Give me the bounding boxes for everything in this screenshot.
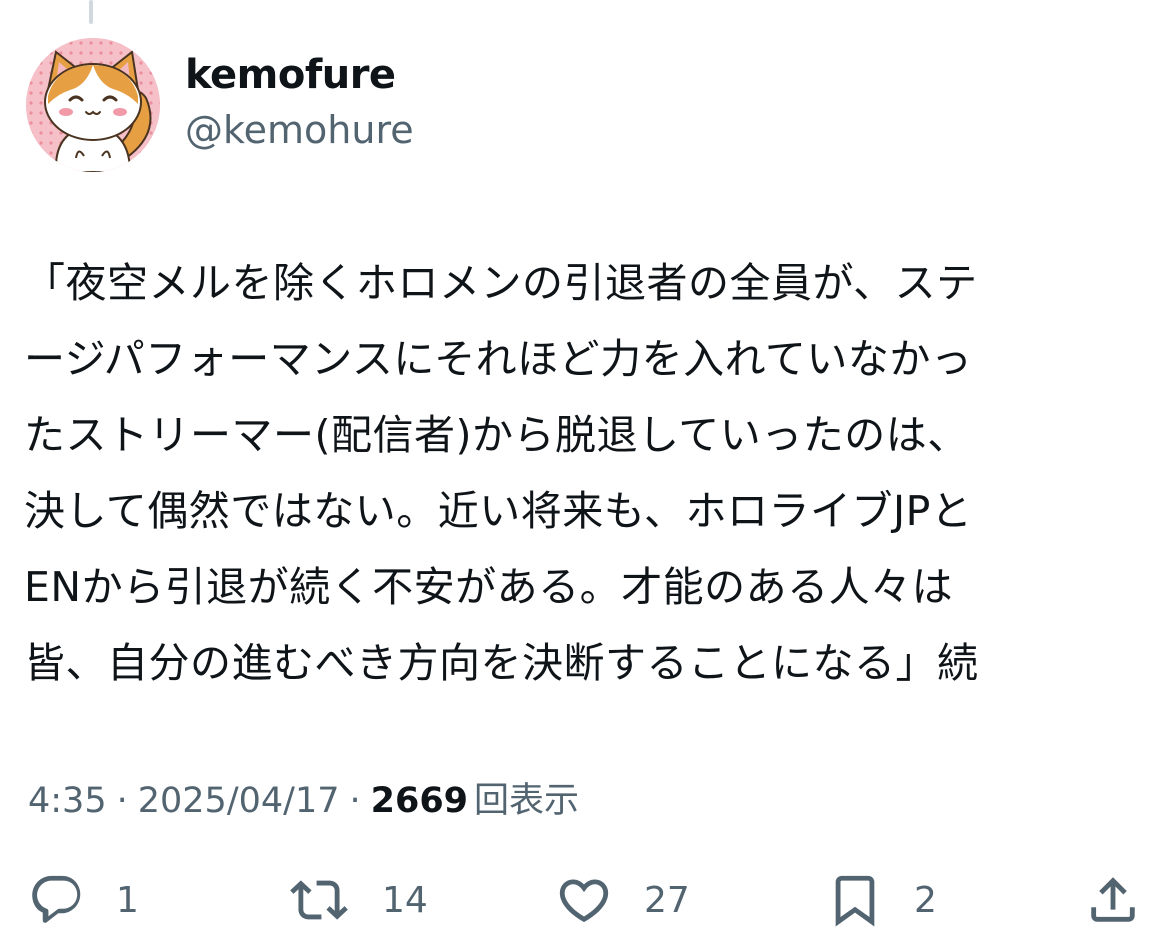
heart-icon [559,879,609,923]
retweet-button[interactable]: 14 [286,862,428,938]
meta-separator: · [116,781,128,821]
share-icon [1091,877,1135,922]
views-count[interactable]: 2669 [371,781,468,821]
bookmark-count: 2 [914,879,937,921]
bookmark-icon [835,875,875,927]
tweet-text: 「夜空メルを除くホロメンの引退者の全員が、ステ ージパフォーマンスにそれほど力を… [24,245,1144,701]
avatar[interactable] [26,38,160,172]
tweet-text-line: 「夜空メルを除くホロメンの引退者の全員が、ステ [24,259,978,307]
meta-separator: · [349,781,361,821]
share-button[interactable] [1084,862,1142,938]
retweet-icon [290,880,348,920]
retweet-count: 14 [382,879,428,921]
reply-icon [32,875,81,923]
bookmark-button[interactable]: 2 [826,862,937,938]
author-handle[interactable]: @kemohure [185,108,414,152]
tweet-text-line: たストリーマー(配信者)から脱退していったのは、 [24,411,969,459]
views-label: 回表示 [474,781,580,821]
cartoon-cat-avatar-icon [26,38,160,172]
tweet-date[interactable]: 2025/04/17 [138,781,340,821]
author-display-name[interactable]: kemofure [185,52,396,98]
tweet-text-line: 決して偶然ではない。近い将来も、ホロライブJPと [24,487,973,535]
reply-button[interactable]: 1 [28,862,139,938]
tweet-time[interactable]: 4:35 [28,781,107,821]
like-count: 27 [644,879,690,921]
tweet-text-line: 皆、自分の進むべき方向を決断することになる」続 [24,639,979,687]
tweet-meta: 4:35 · 2025/04/17 · 2669 回表示 [28,772,579,823]
thread-connector-line [89,0,93,24]
tweet-text-line: ENから引退が続く不安がある。才能のある人々は [24,563,954,611]
reply-count: 1 [116,879,139,921]
tweet-text-line: ージパフォーマンスにそれほど力を入れていなかっ [24,335,973,383]
like-button[interactable]: 27 [554,862,690,938]
tweet-action-bar: 1 14 27 2 [0,862,1170,938]
